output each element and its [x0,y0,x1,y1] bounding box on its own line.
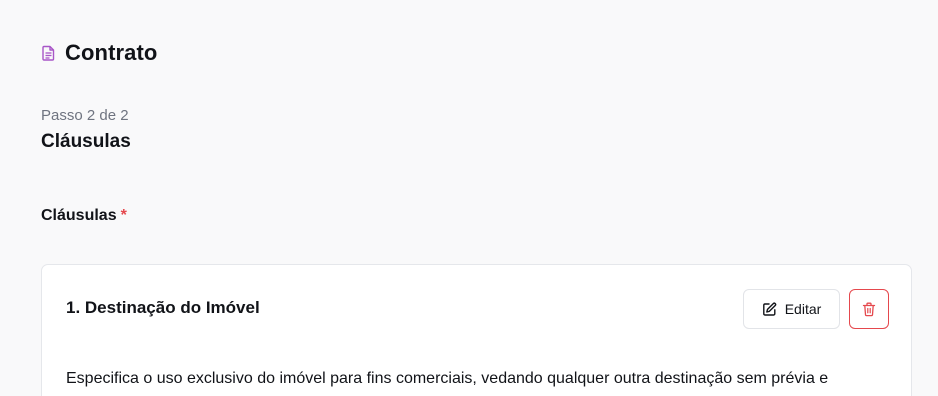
clause-description: Especifica o uso exclusivo do imóvel par… [66,370,829,387]
clause-card: 1. Destinação do Imóvel Editar Especific… [41,264,912,396]
step-title: Cláusulas [41,131,131,152]
page-header: Contrato [41,40,157,66]
step-progress: Passo 2 de 2 [41,107,129,124]
pencil-square-icon [762,302,777,317]
delete-clause-button[interactable] [849,289,889,329]
edit-clause-button[interactable]: Editar [743,289,840,329]
clauses-field-label: Cláusulas * [41,207,127,225]
clause-title: 1. Destinação do Imóvel [66,298,260,317]
clauses-label-text: Cláusulas [41,207,117,224]
edit-button-label: Editar [784,301,822,317]
page-title: Contrato [65,40,158,65]
document-icon [41,45,56,61]
trash-icon [862,302,876,317]
required-marker: * [120,207,127,224]
contract-page: Contrato Passo 2 de 2 Cláusulas Cláusula… [0,0,938,396]
